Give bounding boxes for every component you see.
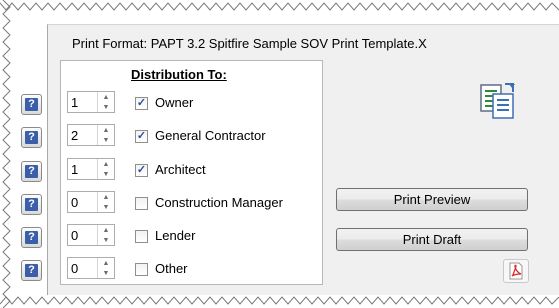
copies-stepper-construction-manager[interactable]: 0 ▲ ▼ bbox=[67, 191, 115, 213]
pdf-button[interactable] bbox=[503, 259, 529, 283]
stepper-down-icon[interactable]: ▼ bbox=[98, 202, 114, 212]
checkbox-lender[interactable] bbox=[135, 230, 148, 243]
checkmark-icon: ✓ bbox=[136, 164, 147, 176]
help-icon: ? bbox=[25, 264, 38, 277]
copies-stepper-lender[interactable]: 0 ▲ ▼ bbox=[67, 224, 115, 246]
torn-edge-top bbox=[0, 0, 559, 14]
stepper-up-icon[interactable]: ▲ bbox=[98, 225, 114, 235]
stepper-down-icon[interactable]: ▼ bbox=[98, 235, 114, 245]
copies-value: 0 bbox=[71, 261, 79, 276]
help-button-general-contractor[interactable]: ? bbox=[21, 127, 42, 148]
checkbox-architect[interactable]: ✓ bbox=[135, 164, 148, 177]
distribution-title: Distribution To: bbox=[131, 67, 227, 82]
stepper-up-icon[interactable]: ▲ bbox=[98, 125, 114, 135]
print-format-label: Print Format: PAPT 3.2 Spitfire Sample S… bbox=[72, 36, 427, 51]
checkbox-construction-manager[interactable] bbox=[135, 197, 148, 210]
copies-value: 1 bbox=[71, 95, 79, 110]
pdf-icon bbox=[509, 262, 523, 280]
help-button-owner[interactable]: ? bbox=[21, 94, 42, 115]
copies-value: 0 bbox=[71, 228, 79, 243]
torn-edge-bottom bbox=[0, 294, 559, 308]
checkbox-owner[interactable]: ✓ bbox=[135, 97, 148, 110]
label-owner: Owner bbox=[155, 95, 194, 110]
torn-edge-left bbox=[0, 0, 14, 308]
stepper-down-icon[interactable]: ▼ bbox=[98, 102, 114, 112]
checkbox-other[interactable] bbox=[135, 263, 148, 276]
help-icon: ? bbox=[25, 131, 38, 144]
stepper-up-icon[interactable]: ▲ bbox=[98, 92, 114, 102]
label-general-contractor: General Contractor bbox=[155, 128, 266, 143]
stepper-down-icon[interactable]: ▼ bbox=[98, 268, 114, 278]
copies-value: 1 bbox=[71, 162, 79, 177]
help-icon: ? bbox=[25, 231, 38, 244]
stepper-up-icon[interactable]: ▲ bbox=[98, 159, 114, 169]
label-other: Other bbox=[155, 261, 188, 276]
help-button-architect[interactable]: ? bbox=[21, 161, 42, 182]
help-icon: ? bbox=[25, 165, 38, 178]
stepper-down-icon[interactable]: ▼ bbox=[98, 135, 114, 145]
export-template-button[interactable] bbox=[475, 78, 521, 124]
checkbox-general-contractor[interactable]: ✓ bbox=[135, 130, 148, 143]
label-architect: Architect bbox=[155, 162, 206, 177]
help-icon: ? bbox=[25, 98, 38, 111]
print-preview-button[interactable]: Print Preview bbox=[336, 188, 528, 211]
copies-value: 2 bbox=[71, 128, 79, 143]
export-document-icon bbox=[480, 83, 515, 119]
help-button-construction-manager[interactable]: ? bbox=[21, 194, 42, 215]
label-construction-manager: Construction Manager bbox=[155, 195, 283, 210]
help-button-lender[interactable]: ? bbox=[21, 227, 42, 248]
help-icon: ? bbox=[25, 198, 38, 211]
stepper-up-icon[interactable]: ▲ bbox=[98, 192, 114, 202]
stepper-up-icon[interactable]: ▲ bbox=[98, 258, 114, 268]
checkmark-icon: ✓ bbox=[136, 130, 147, 142]
label-lender: Lender bbox=[155, 228, 196, 243]
copies-value: 0 bbox=[71, 195, 79, 210]
copies-stepper-owner[interactable]: 1 ▲ ▼ bbox=[67, 91, 115, 113]
copies-stepper-general-contractor[interactable]: 2 ▲ ▼ bbox=[67, 124, 115, 146]
stepper-down-icon[interactable]: ▼ bbox=[98, 169, 114, 179]
copies-stepper-other[interactable]: 0 ▲ ▼ bbox=[67, 257, 115, 279]
copies-stepper-architect[interactable]: 1 ▲ ▼ bbox=[67, 158, 115, 180]
print-draft-button[interactable]: Print Draft bbox=[336, 228, 528, 251]
checkmark-icon: ✓ bbox=[136, 97, 147, 109]
help-button-other[interactable]: ? bbox=[21, 260, 42, 281]
